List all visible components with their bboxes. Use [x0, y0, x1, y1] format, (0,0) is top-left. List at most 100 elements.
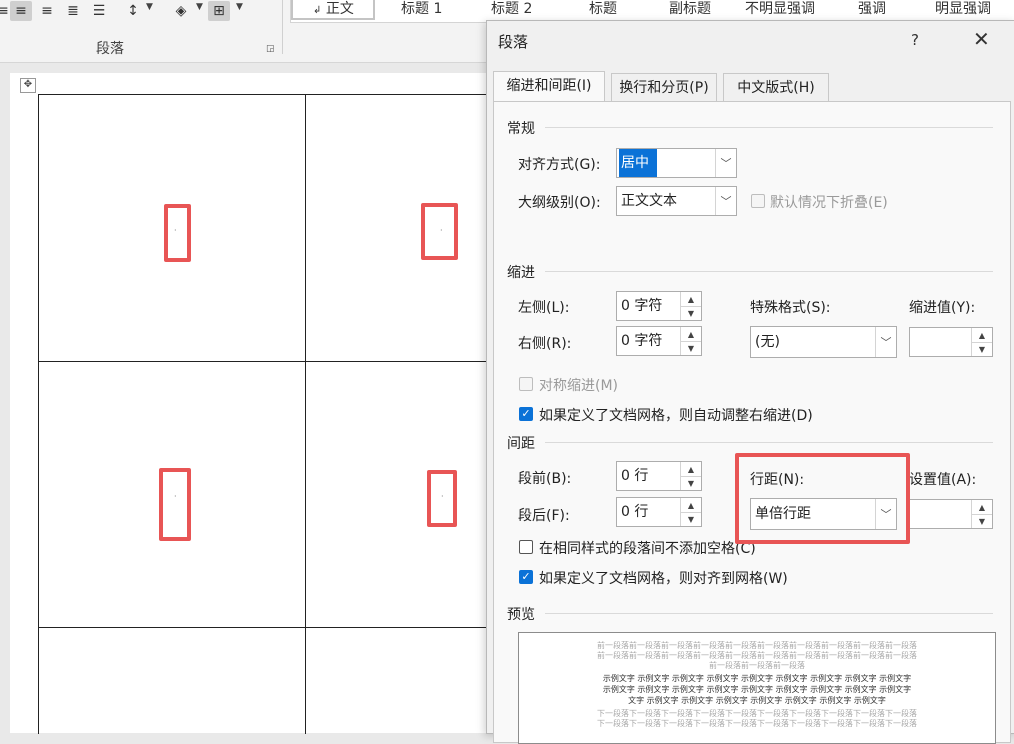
preview-next-paragraph: 下一段落下一段落下一段落下一段落下一段落下一段落下一段落下一段落下一段落下一段落	[597, 709, 917, 718]
style-intense-emphasis[interactable]: 明显强调	[935, 0, 991, 20]
outline-level-select[interactable]: 正文文本 ﹀	[616, 186, 737, 216]
table-move-handle-icon[interactable]: ✥	[20, 78, 36, 93]
indent-by-label: 缩进值(Y):	[909, 300, 976, 316]
close-button[interactable]: ✕	[973, 27, 990, 51]
no-space-label: 在相同样式的段落间不添加空格(C)	[539, 541, 756, 557]
style-label: 正文	[325, 1, 354, 17]
special-format-select[interactable]: (无) ﹀	[750, 326, 897, 358]
borders-icon[interactable]: ⊞	[208, 1, 230, 21]
chevron-down-icon: ﹀	[715, 149, 736, 177]
highlight-box	[427, 470, 457, 527]
align-right-icon[interactable]: ≡	[36, 1, 58, 21]
space-after-spinner[interactable]: 0 行 ▲ ▼	[616, 497, 702, 527]
align-center-icon[interactable]: ≡	[10, 1, 32, 21]
spin-up-icon[interactable]: ▲	[972, 500, 992, 515]
style-heading-1[interactable]: 标题 1	[401, 0, 442, 20]
distributed-icon[interactable]: ☰	[88, 1, 110, 21]
indent-right-label: 右侧(R):	[518, 336, 572, 352]
section-indent-title: 缩进	[507, 265, 535, 281]
align-justify-left-icon[interactable]: ≡	[0, 1, 9, 21]
borders-dropdown-icon[interactable]: ▼	[236, 2, 243, 12]
spin-up-icon[interactable]: ▲	[681, 498, 701, 513]
tab-asian-typography[interactable]: 中文版式(H)	[723, 73, 829, 102]
collapse-label: 默认情况下折叠(E)	[770, 195, 888, 211]
paragraph-dialog: 段落 ? ✕ 缩进和间距(I) 换行和分页(P) 中文版式(H) 常规 对齐方式…	[486, 20, 1014, 744]
line-spacing-icon[interactable]: ↕	[122, 1, 144, 21]
style-title[interactable]: 标题	[589, 0, 617, 20]
chevron-down-icon: ﹀	[875, 327, 896, 357]
paragraph-mark-icon: ↲	[313, 5, 322, 16]
line-spacing-at-label: 设置值(A):	[909, 472, 977, 488]
preview-previous-paragraph: 前一段落前一段落前一段落	[709, 661, 805, 670]
section-preview-title: 预览	[507, 607, 535, 623]
spin-down-icon[interactable]: ▼	[681, 476, 701, 490]
spin-up-icon[interactable]: ▲	[972, 328, 992, 343]
shading-icon[interactable]: ◈	[170, 1, 192, 21]
indent-right-value: 0 字符	[621, 333, 663, 349]
highlight-box	[164, 204, 191, 262]
line-spacing-at-spinner[interactable]: ▲ ▼	[909, 499, 993, 529]
table-border	[38, 94, 39, 734]
dialog-launcher-icon[interactable]: ◲	[266, 44, 275, 54]
tab-line-page-breaks[interactable]: 换行和分页(P)	[611, 73, 717, 102]
section-divider	[545, 442, 993, 443]
chevron-down-icon: ﹀	[715, 187, 736, 215]
snap-to-grid-checkbox[interactable]: ✓	[519, 570, 533, 584]
no-space-checkbox[interactable]	[519, 540, 533, 554]
section-spacing-title: 间距	[507, 436, 535, 452]
preview-sample-text: 示例文字 示例文字 示例文字 示例文字 示例文字 示例文字 示例文字 示例文字 …	[602, 685, 912, 694]
line-spacing-dropdown-icon[interactable]: ▼	[146, 2, 153, 12]
tab-indents-spacing[interactable]: 缩进和间距(I)	[493, 71, 605, 102]
style-subtitle[interactable]: 副标题	[669, 0, 711, 20]
spin-up-icon[interactable]: ▲	[681, 327, 701, 342]
section-divider	[545, 127, 993, 128]
mirror-indents-label: 对称缩进(M)	[539, 378, 619, 394]
style-subtle-emphasis[interactable]: 不明显强调	[745, 0, 815, 20]
style-heading-2[interactable]: 标题 2	[491, 0, 532, 20]
paragraph-group-label: 段落	[96, 41, 124, 57]
indent-right-spinner[interactable]: 0 字符 ▲ ▼	[616, 326, 702, 356]
document-page	[10, 73, 490, 733]
justify-icon[interactable]: ≣	[62, 1, 84, 21]
outline-level-label: 大纲级别(O):	[518, 195, 601, 211]
special-format-label: 特殊格式(S):	[750, 300, 831, 316]
collapse-checkbox[interactable]	[751, 194, 765, 208]
section-divider	[545, 613, 993, 614]
highlight-box	[159, 468, 191, 541]
special-format-value: (无)	[755, 334, 780, 350]
highlight-box	[421, 203, 458, 260]
auto-adjust-label: 如果定义了文档网格，则自动调整右缩进(D)	[539, 408, 813, 424]
indent-by-spinner[interactable]: ▲ ▼	[909, 327, 993, 357]
shading-dropdown-icon[interactable]: ▼	[196, 2, 203, 12]
auto-adjust-checkbox[interactable]: ✓	[519, 407, 533, 421]
spin-up-icon[interactable]: ▲	[681, 292, 701, 307]
indent-left-value: 0 字符	[621, 298, 663, 314]
preview-sample-text: 示例文字 示例文字 示例文字 示例文字 示例文字 示例文字 示例文字 示例文字 …	[602, 674, 912, 683]
space-before-value: 0 行	[621, 468, 649, 484]
spin-down-icon[interactable]: ▼	[681, 512, 701, 526]
style-normal[interactable]: ↲ 正文	[291, 0, 375, 20]
outline-level-value: 正文文本	[621, 193, 677, 209]
dialog-title: 段落	[498, 33, 529, 51]
table-border	[38, 94, 488, 95]
spin-up-icon[interactable]: ▲	[681, 462, 701, 477]
spin-down-icon[interactable]: ▼	[681, 306, 701, 320]
indent-left-label: 左侧(L):	[518, 300, 570, 316]
spin-down-icon[interactable]: ▼	[972, 514, 992, 528]
table-border	[305, 94, 306, 734]
help-button[interactable]: ?	[911, 31, 919, 49]
space-after-value: 0 行	[621, 504, 649, 520]
snap-to-grid-label: 如果定义了文档网格，则对齐到网格(W)	[539, 571, 788, 587]
alignment-select[interactable]: 居中 ﹀	[616, 148, 737, 178]
spin-down-icon[interactable]: ▼	[972, 342, 992, 356]
indent-left-spinner[interactable]: 0 字符 ▲ ▼	[616, 291, 702, 321]
table-border	[38, 627, 488, 628]
ribbon-separator	[282, 0, 283, 54]
paragraph-preview: 前一段落前一段落前一段落前一段落前一段落前一段落前一段落前一段落前一段落前一段落…	[518, 632, 996, 744]
spin-down-icon[interactable]: ▼	[681, 341, 701, 355]
preview-next-paragraph: 下一段落下一段落下一段落下一段落下一段落下一段落下一段落下一段落下一段落下一段落	[597, 719, 917, 728]
style-emphasis[interactable]: 强调	[858, 0, 886, 20]
mirror-indents-checkbox[interactable]	[519, 377, 533, 391]
preview-previous-paragraph: 前一段落前一段落前一段落前一段落前一段落前一段落前一段落前一段落前一段落前一段落	[597, 651, 917, 660]
space-before-spinner[interactable]: 0 行 ▲ ▼	[616, 461, 702, 491]
